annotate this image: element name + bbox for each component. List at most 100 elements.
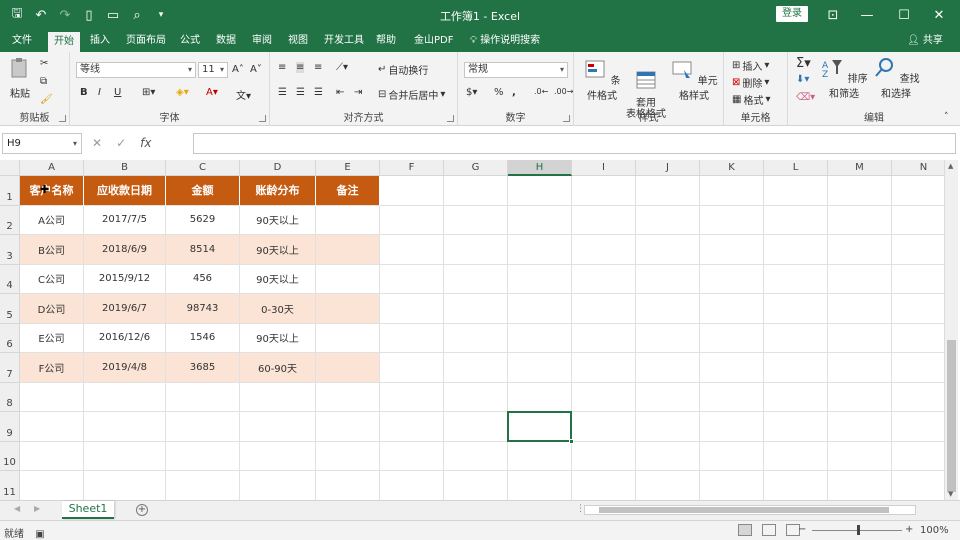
- cell-f1[interactable]: [380, 176, 444, 206]
- cell-m10[interactable]: [828, 441, 892, 471]
- cell-j8[interactable]: [636, 382, 700, 412]
- cell-n7[interactable]: [892, 353, 944, 383]
- cell-k7[interactable]: [700, 353, 764, 383]
- cell-c4[interactable]: 456: [166, 264, 240, 294]
- cell-j11[interactable]: [636, 471, 700, 500]
- cell-d3[interactable]: 90天以上: [240, 235, 316, 265]
- align-bottom-icon[interactable]: ≡: [314, 62, 322, 73]
- cell-g1[interactable]: [444, 176, 508, 206]
- column-header-b[interactable]: B: [84, 160, 166, 176]
- cell-a1[interactable]: 客户名称: [20, 176, 84, 206]
- cell-h7[interactable]: [508, 353, 572, 383]
- column-header-e[interactable]: E: [316, 160, 380, 176]
- page-layout-view-icon[interactable]: [762, 524, 776, 536]
- cell-i9[interactable]: [572, 412, 636, 442]
- login-button[interactable]: 登录: [776, 6, 808, 22]
- cell-m1[interactable]: [828, 176, 892, 206]
- cell-h4[interactable]: [508, 264, 572, 294]
- cell-k1[interactable]: [700, 176, 764, 206]
- cell-m9[interactable]: [828, 412, 892, 442]
- name-box[interactable]: H9 ▾: [2, 133, 82, 154]
- macro-record-icon[interactable]: ▣: [35, 529, 44, 540]
- cell-a6[interactable]: E公司: [20, 323, 84, 353]
- bold-button[interactable]: B: [80, 87, 88, 98]
- wrap-text-button[interactable]: ↵ 自动换行: [378, 62, 428, 77]
- cell-i2[interactable]: [572, 205, 636, 235]
- cell-d2[interactable]: 90天以上: [240, 205, 316, 235]
- delete-cells-button[interactable]: ⊠ 删除 ▾: [732, 75, 769, 90]
- cell-m2[interactable]: [828, 205, 892, 235]
- minimize-icon[interactable]: —: [850, 4, 884, 26]
- cell-f2[interactable]: [380, 205, 444, 235]
- cell-g10[interactable]: [444, 441, 508, 471]
- cell-d11[interactable]: [240, 471, 316, 500]
- scroll-down-icon[interactable]: ▼: [948, 490, 953, 498]
- cell-n2[interactable]: [892, 206, 944, 235]
- column-header-n[interactable]: N: [892, 160, 944, 176]
- cell-g6[interactable]: [444, 323, 508, 353]
- cell-h3[interactable]: [508, 235, 572, 265]
- cell-l9[interactable]: [764, 412, 828, 442]
- add-sheet-icon[interactable]: +: [136, 504, 148, 516]
- cell-e9[interactable]: [316, 412, 380, 442]
- cell-f10[interactable]: [380, 441, 444, 471]
- cell-l1[interactable]: [764, 176, 828, 206]
- cell-k4[interactable]: [700, 264, 764, 294]
- cell-l8[interactable]: [764, 382, 828, 412]
- row-header-9[interactable]: 9: [0, 412, 20, 442]
- column-header-k[interactable]: K: [700, 160, 764, 176]
- cell-a2[interactable]: A公司: [20, 205, 84, 235]
- orientation-icon[interactable]: ⟋▾: [336, 62, 348, 73]
- cell-j10[interactable]: [636, 441, 700, 471]
- tell-me-search[interactable]: 💡︎ 操作说明搜索: [464, 30, 546, 52]
- row-header-8[interactable]: 8: [0, 382, 20, 412]
- font-color-icon[interactable]: A▾: [206, 87, 218, 98]
- cell-j7[interactable]: [636, 353, 700, 383]
- cell-n6[interactable]: [892, 324, 944, 353]
- tab-page-layout[interactable]: 页面布局: [120, 30, 172, 52]
- cell-d1[interactable]: 账龄分布: [240, 176, 316, 206]
- horizontal-scroll-thumb[interactable]: [599, 507, 889, 513]
- find-select-button[interactable]: 查找和选择: [870, 56, 922, 100]
- cell-n11[interactable]: [892, 471, 944, 500]
- cell-m8[interactable]: [828, 382, 892, 412]
- cell-b4[interactable]: 2015/9/12: [84, 264, 166, 294]
- horizontal-scrollbar[interactable]: [584, 505, 916, 515]
- tab-insert[interactable]: 插入: [84, 30, 116, 52]
- align-right-icon[interactable]: ☰: [314, 87, 323, 98]
- column-header-i[interactable]: I: [572, 160, 636, 176]
- cell-l5[interactable]: [764, 294, 828, 324]
- row-header-6[interactable]: 6: [0, 323, 20, 353]
- cell-j4[interactable]: [636, 264, 700, 294]
- cell-a7[interactable]: F公司: [20, 353, 84, 383]
- cell-f3[interactable]: [380, 235, 444, 265]
- row-header-1[interactable]: 1: [0, 176, 20, 206]
- cell-e6[interactable]: [316, 323, 380, 353]
- cell-f11[interactable]: [380, 471, 444, 500]
- zoom-slider[interactable]: [812, 525, 902, 535]
- conditional-format-button[interactable]: 条件格式: [580, 58, 624, 102]
- cell-m5[interactable]: [828, 294, 892, 324]
- cell-m3[interactable]: [828, 235, 892, 265]
- enter-icon[interactable]: ✓: [116, 136, 126, 150]
- accounting-format-icon[interactable]: $▾: [466, 87, 477, 98]
- format-painter-icon[interactable]: 🖌︎: [40, 94, 53, 105]
- cell-a10[interactable]: [20, 441, 84, 471]
- scroll-up-icon[interactable]: ▲: [948, 162, 953, 170]
- cell-b7[interactable]: 2019/4/8: [84, 353, 166, 383]
- clear-icon[interactable]: ⌫▾: [796, 92, 815, 103]
- cell-f7[interactable]: [380, 353, 444, 383]
- zoom-level[interactable]: 100%: [920, 525, 949, 536]
- cell-d6[interactable]: 90天以上: [240, 323, 316, 353]
- merge-center-button[interactable]: ⊟ 合并后居中 ▾: [378, 87, 445, 102]
- cell-m6[interactable]: [828, 323, 892, 353]
- column-header-c[interactable]: C: [166, 160, 240, 176]
- cell-c8[interactable]: [166, 382, 240, 412]
- row-header-10[interactable]: 10: [0, 441, 20, 471]
- cell-i7[interactable]: [572, 353, 636, 383]
- cell-n5[interactable]: [892, 294, 944, 324]
- cell-i8[interactable]: [572, 382, 636, 412]
- cell-c6[interactable]: 1546: [166, 323, 240, 353]
- active-cell-selection[interactable]: [507, 411, 574, 444]
- cell-g11[interactable]: [444, 471, 508, 500]
